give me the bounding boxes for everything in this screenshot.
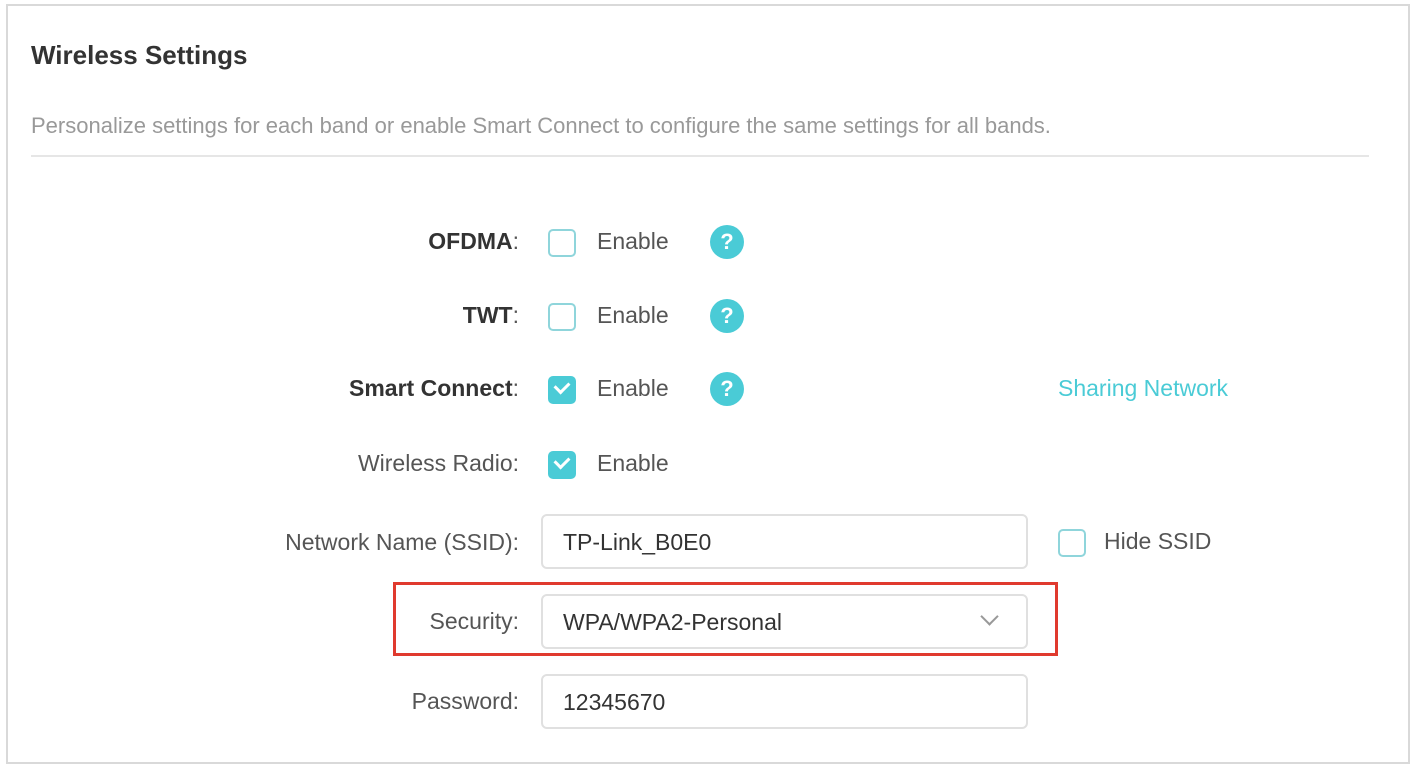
- twt-label-colon: :: [512, 302, 519, 328]
- password-input[interactable]: 12345670: [541, 674, 1028, 729]
- ssid-input[interactable]: TP-Link_B0E0: [541, 514, 1028, 569]
- divider: [31, 155, 1369, 157]
- smart-connect-checkbox[interactable]: [548, 376, 576, 404]
- smart-connect-label-colon: :: [512, 375, 519, 401]
- highlight-box: [393, 582, 1058, 656]
- ofdma-label-text: OFDMA: [428, 228, 513, 254]
- wireless-radio-enable-label[interactable]: Enable: [597, 450, 669, 477]
- smart-connect-enable-label[interactable]: Enable: [597, 375, 669, 402]
- ssid-input-value: TP-Link_B0E0: [563, 529, 712, 555]
- wireless-radio-checkbox[interactable]: [548, 451, 576, 479]
- ofdma-label-colon: :: [512, 228, 519, 254]
- smart-connect-help-icon[interactable]: ?: [710, 372, 744, 406]
- smart-connect-label-text: Smart Connect: [349, 375, 513, 401]
- twt-help-icon[interactable]: ?: [710, 299, 744, 333]
- ofdma-help-icon[interactable]: ?: [710, 225, 744, 259]
- sharing-network-link[interactable]: Sharing Network: [1058, 375, 1228, 402]
- check-icon: [553, 377, 571, 395]
- ofdma-label: OFDMA:: [428, 228, 519, 255]
- hide-ssid-label[interactable]: Hide SSID: [1104, 528, 1211, 555]
- password-input-value: 12345670: [563, 689, 666, 715]
- ssid-label: Network Name (SSID):: [285, 529, 519, 555]
- page-description: Personalize settings for each band or en…: [31, 113, 1051, 138]
- twt-checkbox[interactable]: [548, 303, 576, 331]
- wireless-radio-label: Wireless Radio:: [357, 450, 519, 476]
- page-title: Wireless Settings: [31, 40, 248, 70]
- ofdma-checkbox[interactable]: [548, 229, 576, 257]
- check-icon: [553, 452, 571, 470]
- twt-enable-label[interactable]: Enable: [597, 302, 669, 329]
- hide-ssid-checkbox[interactable]: [1058, 529, 1086, 557]
- smart-connect-label: Smart Connect:: [349, 375, 519, 402]
- ofdma-enable-label[interactable]: Enable: [597, 228, 669, 255]
- twt-label: TWT:: [463, 302, 519, 329]
- password-label: Password:: [411, 688, 519, 714]
- twt-label-text: TWT: [462, 302, 513, 328]
